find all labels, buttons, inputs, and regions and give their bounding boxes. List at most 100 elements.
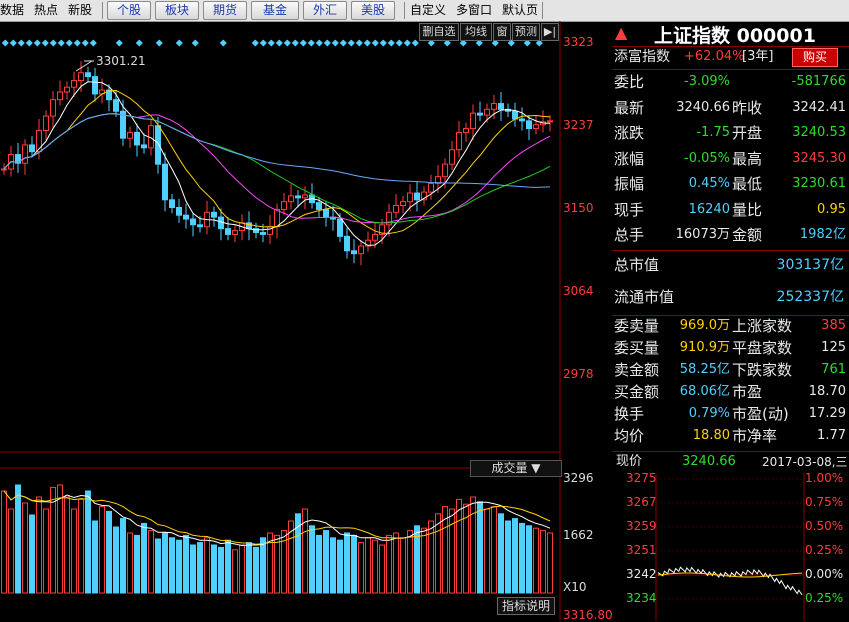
signal-diamond — [41, 39, 49, 47]
float-mv-label: 流通市值 — [614, 288, 675, 306]
nav-ipo[interactable]: 新股 — [68, 1, 92, 20]
remove-watchlist-button[interactable]: 删自选 — [419, 23, 459, 41]
volume-bar — [274, 534, 280, 594]
tab-sectors[interactable]: 板块 — [155, 1, 199, 20]
volume-bar — [533, 527, 539, 594]
nav-default-page[interactable]: 默认页 — [502, 1, 538, 20]
row-value: 3240.53 — [792, 125, 846, 140]
volume-bar — [484, 508, 490, 594]
nav-hot[interactable]: 热点 — [34, 1, 58, 20]
row-label: 开盘 — [732, 124, 763, 142]
y-tick: 2978 — [563, 367, 594, 381]
forecast-button[interactable]: 预测 — [512, 23, 540, 41]
signal-diamond — [49, 39, 57, 47]
candle-body — [92, 76, 98, 95]
row-label: 市盈(动) — [732, 405, 789, 423]
nav-data[interactable]: 数据 — [0, 1, 24, 20]
signal-diamond — [9, 39, 17, 47]
volume-bar — [155, 538, 161, 594]
row-value: -1.75 — [696, 125, 730, 140]
nav-custom[interactable]: 自定义 — [410, 1, 446, 20]
candle-body — [50, 99, 56, 117]
candle-body — [526, 120, 532, 130]
volume-bar — [204, 537, 210, 594]
row-value: 761 — [821, 362, 846, 377]
volume-bar — [29, 514, 35, 594]
volume-bar — [421, 527, 427, 594]
volume-bar — [78, 498, 84, 594]
volume-bar — [344, 532, 350, 594]
volume-bar — [351, 534, 357, 594]
candle-body — [484, 108, 490, 116]
intraday-date: 2017-03-08,三 — [762, 455, 848, 469]
volume-bar — [470, 496, 476, 594]
signal-diamond — [331, 39, 339, 47]
intraday-label: 现价 — [616, 454, 643, 469]
volume-bar — [71, 508, 77, 594]
candle-body — [134, 131, 140, 146]
tab-stocks[interactable]: 个股 — [107, 1, 151, 20]
candle-body — [232, 230, 238, 235]
volume-bar — [519, 522, 525, 594]
volume-bar — [113, 526, 119, 594]
tab-us-stocks[interactable]: 美股 — [351, 1, 395, 20]
row-value: 3230.61 — [792, 176, 846, 191]
row-value: 1982亿 — [799, 227, 846, 242]
nav-multi-window[interactable]: 多窗口 — [456, 1, 492, 20]
row-value: 3245.30 — [792, 150, 846, 166]
y-tick: 3323 — [563, 35, 594, 49]
candle-body — [169, 199, 175, 208]
row-value: -581766 — [791, 74, 846, 89]
volume-bar — [127, 532, 133, 594]
signal-diamond — [395, 39, 403, 47]
signal-diamond — [81, 39, 89, 47]
intraday-right-tick: 0.75% — [805, 495, 844, 509]
indicator-help-button[interactable]: 指标说明 — [497, 597, 555, 615]
signal-diamond — [275, 39, 283, 47]
signal-diamond — [347, 39, 355, 47]
candle-body — [428, 182, 434, 193]
volume-bar — [141, 522, 147, 594]
volume-bar — [330, 537, 336, 594]
tab-funds[interactable]: 基金 — [251, 1, 299, 20]
ma-toggle-button[interactable]: 均线 — [460, 23, 492, 41]
wealth-period: [3年] — [742, 49, 774, 64]
tab-forex[interactable]: 外汇 — [303, 1, 347, 20]
candle-body — [183, 214, 189, 220]
row-value: 0.79% — [688, 406, 730, 421]
signal-diamond — [89, 39, 97, 47]
candle-body — [400, 201, 406, 207]
candle-body — [393, 205, 399, 213]
candle-body — [211, 211, 217, 218]
signal-diamond — [339, 39, 347, 47]
toolbar-divider — [404, 2, 405, 19]
row-value: 18.80 — [692, 428, 730, 443]
volume-bar — [85, 490, 91, 594]
y-tick: 3237 — [563, 118, 594, 132]
volume-bar — [1, 490, 7, 594]
row-value: 68.06亿 — [679, 384, 730, 399]
kline-chart[interactable] — [0, 21, 610, 621]
row-value: 17.29 — [808, 406, 846, 421]
buy-button[interactable]: 购买 — [792, 48, 838, 67]
row-value: 3242.41 — [792, 99, 846, 115]
volume-bar — [92, 520, 98, 594]
row-value: -0.05% — [684, 150, 730, 166]
wealth-value: +62.04% — [684, 49, 745, 64]
intraday-right-tick: 0.50% — [805, 519, 844, 533]
row-label: 总手 — [614, 226, 645, 244]
indicator-select[interactable]: 成交量 ▼ — [470, 460, 562, 477]
signal-diamond — [17, 39, 25, 47]
volume-bar — [428, 520, 434, 594]
signal-diamond — [355, 39, 363, 47]
tab-futures[interactable]: 期货 — [203, 1, 247, 20]
candle-body — [358, 245, 364, 255]
expand-right-icon[interactable]: ▶| — [541, 23, 559, 41]
signal-diamond — [307, 39, 315, 47]
volume-bar — [316, 534, 322, 594]
candle-body — [351, 250, 357, 255]
row-label: 最高 — [732, 149, 763, 168]
window-button[interactable]: 窗 — [493, 23, 511, 41]
intraday-left-tick: 3234 — [626, 591, 657, 605]
signal-diamond — [155, 39, 163, 47]
